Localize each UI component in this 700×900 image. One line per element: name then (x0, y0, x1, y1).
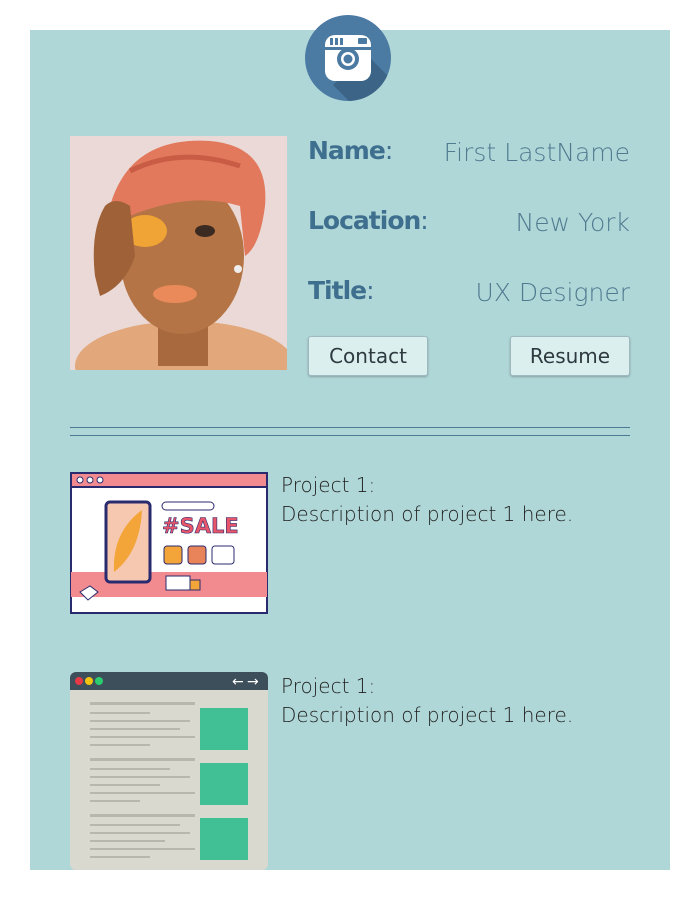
camera-icon (325, 35, 391, 101)
project-1-description: Description of project 1 here. (281, 502, 574, 526)
project-1-sale-text: #SALE (162, 514, 239, 538)
project-1-text: Project 1: Description of project 1 here… (281, 471, 573, 529)
project-2-description: Description of project 1 here. (281, 703, 574, 727)
project-1-title: Project 1: (281, 473, 376, 497)
divider-bottom (70, 435, 630, 436)
title-row: Title: UX Designer (308, 276, 630, 316)
arrow-left-icon[interactable]: ← (232, 674, 244, 690)
profile-photo (70, 136, 287, 370)
arrow-right-icon[interactable]: → (247, 674, 259, 690)
location-row: Location: New York (308, 206, 630, 246)
divider-top (70, 427, 630, 428)
project-2-thumbnail[interactable]: ← → (70, 672, 268, 870)
contact-button[interactable]: Contact (308, 336, 428, 376)
project-2-title: Project 1: (281, 674, 376, 698)
location-label: Location: (308, 206, 429, 235)
title-label: Title: (308, 276, 375, 305)
location-value: New York (515, 208, 630, 237)
project-2-text: Project 1: Description of project 1 here… (281, 672, 573, 730)
resume-button[interactable]: Resume (510, 336, 630, 376)
title-value: UX Designer (475, 278, 630, 307)
name-value: First LastName (443, 138, 630, 167)
name-label: Name: (308, 136, 393, 165)
name-row: Name: First LastName (308, 136, 630, 176)
camera-logo (305, 15, 391, 101)
project-1-thumbnail[interactable]: #SALE (70, 472, 268, 614)
